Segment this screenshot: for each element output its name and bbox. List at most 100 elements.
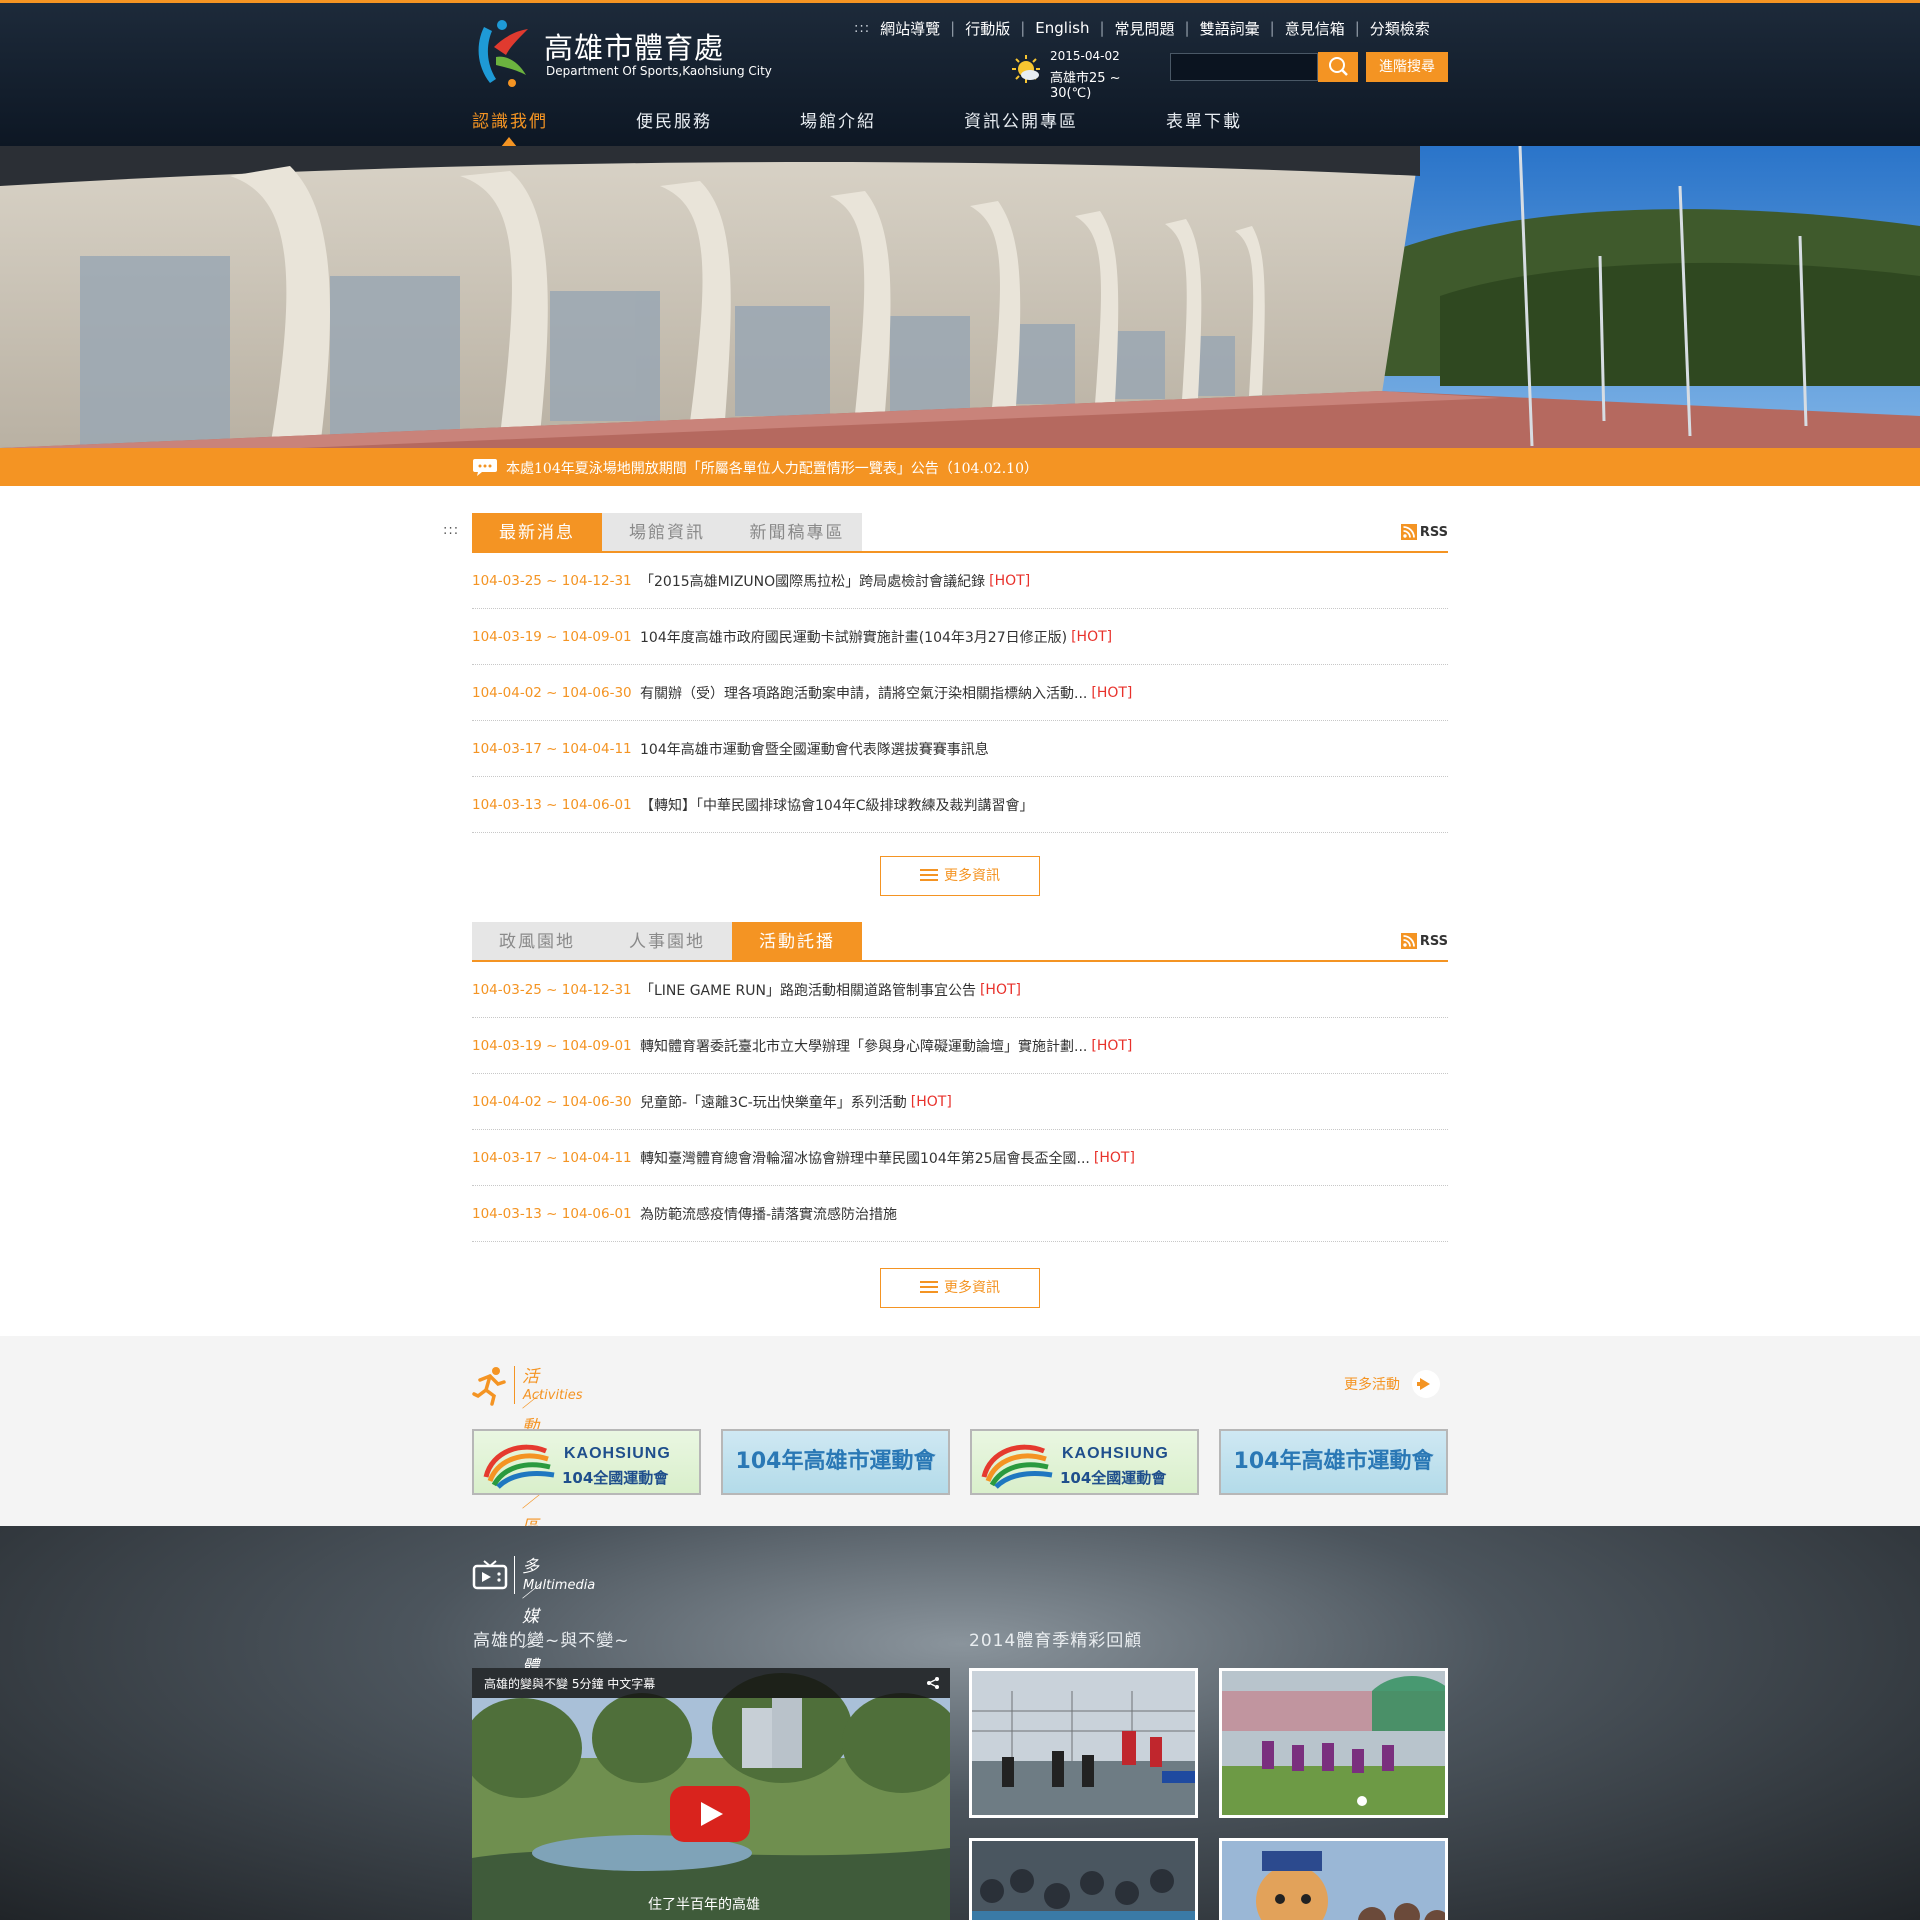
search-icon [1329, 57, 1348, 76]
activity-banner-national-games[interactable]: KAOHSIUNG 104全國運動會 [472, 1429, 701, 1495]
tab-latest-news[interactable]: 最新消息 [472, 513, 602, 551]
news-item[interactable]: 104-03-25 ~ 104-12-31 「2015高雄MIZUNO國際馬拉松… [472, 553, 1448, 609]
weather-temperature: 高雄市25 ~ 30(℃) [1050, 71, 1121, 101]
share-icon[interactable] [926, 1676, 940, 1690]
hot-badge: [HOT] [1071, 628, 1113, 645]
search-input[interactable] [1170, 53, 1318, 81]
tab-personnel[interactable]: 人事園地 [602, 922, 732, 960]
banner-brand: KAOHSIUNG [1062, 1445, 1169, 1462]
news-date: 104-03-19 ~ 104-09-01 [472, 628, 632, 645]
video-player[interactable]: 高雄的變與不變 5分鐘 中文字幕 住了半百年的高雄 [472, 1668, 950, 1920]
news-item[interactable]: 104-03-13 ~ 104-06-01 【轉知】「中華民國排球協會104年C… [472, 777, 1448, 833]
utility-links: ::: 網站導覽 | 行動版 | English | 常見問題 | 雙語詞彙 |… [854, 18, 1430, 39]
nav-about-us[interactable]: 認識我們 [472, 107, 636, 147]
news-date: 104-03-13 ~ 104-06-01 [472, 796, 632, 813]
news-item[interactable]: 104-03-17 ~ 104-04-11 104年高雄市運動會暨全國運動會代表… [472, 721, 1448, 777]
news-date: 104-04-02 ~ 104-06-30 [472, 1093, 632, 1110]
tab-event-broadcast[interactable]: 活動託播 [732, 922, 862, 960]
national-games-logo-icon [483, 1444, 555, 1489]
gallery-thumbnail[interactable] [1219, 1668, 1448, 1818]
hero-banner [0, 146, 1920, 448]
banner-text: 104年高雄市運動會 [1233, 1449, 1434, 1474]
rss-icon [1400, 524, 1417, 540]
video-title: 高雄的變與不變 5分鐘 中文字幕 [484, 1677, 656, 1691]
multimedia-section: 多／媒／體／專／區 Multimedia 高雄的變~與不變~ 2014體育季精彩… [0, 1526, 1920, 1920]
news-title[interactable]: 兒童節-「遠離3C-玩出快樂童年」系列活動 [640, 1092, 907, 1112]
news-item[interactable]: 104-04-02 ~ 104-06-30 兒童節-「遠離3C-玩出快樂童年」系… [472, 1074, 1448, 1130]
news-title[interactable]: 為防範流感疫情傳播-請落實流感防治措施 [640, 1204, 897, 1224]
news-item[interactable]: 104-03-19 ~ 104-09-01 轉知體育署委託臺北市立大學辦理「參與… [472, 1018, 1448, 1074]
nav-label: 表單下載 [1166, 112, 1242, 132]
nav-open-information[interactable]: 資訊公開專區 [964, 107, 1166, 135]
tab-press-release[interactable]: 新聞稿專區 [732, 513, 862, 551]
news-date: 104-03-17 ~ 104-04-11 [472, 1149, 632, 1166]
logo-subtitle: Department Of Sports,Kaohsiung City [546, 64, 772, 78]
news-list: 104-03-25 ~ 104-12-31 「LINE GAME RUN」路跑活… [472, 962, 1448, 1242]
news-title[interactable]: 104年度高雄市政府國民運動卡試辦實施計畫(104年3月27日修正版) [640, 627, 1067, 647]
news-title[interactable]: 「LINE GAME RUN」路跑活動相關道路管制事宜公告 [640, 980, 976, 1000]
gallery-thumbnail[interactable] [969, 1668, 1198, 1818]
more-activities-link[interactable]: 更多活動 [1344, 1370, 1440, 1398]
news-panel-events: 政風園地 人事園地 活動託播 RSS 104-03-25 ~ 104-12-31… [472, 922, 1448, 1312]
volleyball-photo [972, 1671, 1195, 1815]
link-english[interactable]: English [1035, 19, 1089, 37]
announcement-text[interactable]: 本處104年夏泳場地開放期間「所屬各單位人力配置情形一覽表」公告（104.02.… [506, 458, 1038, 478]
hot-badge: [HOT] [910, 1093, 952, 1110]
content-accesskey-marker[interactable]: ::: [443, 523, 459, 538]
nav-citizen-services[interactable]: 便民服務 [636, 107, 800, 135]
national-games-logo-icon [981, 1444, 1053, 1489]
logo-title: 高雄市體育處 [544, 31, 725, 65]
more-label: 更多資訊 [944, 868, 1000, 884]
activity-banner-city-games[interactable]: 104年高雄市運動會 [1219, 1429, 1448, 1495]
news-title[interactable]: 轉知體育署委託臺北市立大學辦理「參與身心障礙運動論壇」實施計劃... [640, 1036, 1087, 1056]
advanced-search-button[interactable]: 進階搜尋 [1366, 52, 1448, 82]
rss-link[interactable]: RSS [1400, 932, 1448, 950]
gallery-thumbnail[interactable] [1219, 1838, 1448, 1920]
link-mobile[interactable]: 行動版 [965, 18, 1010, 39]
news-item[interactable]: 104-03-13 ~ 104-06-01 為防範流感疫情傳播-請落實流感防治措… [472, 1186, 1448, 1242]
accesskey-marker[interactable]: ::: [854, 21, 870, 36]
news-item[interactable]: 104-03-17 ~ 104-04-11 轉知臺灣體育總會滑輪溜冰協會辦理中華… [472, 1130, 1448, 1186]
gallery-thumbnail[interactable] [969, 1838, 1198, 1920]
nav-forms-download[interactable]: 表單下載 [1166, 107, 1286, 135]
heading-divider [514, 1366, 515, 1404]
link-category-search[interactable]: 分類檢索 [1370, 18, 1430, 39]
list-icon [920, 1281, 938, 1293]
list-icon [920, 869, 938, 881]
link-feedback[interactable]: 意見信箱 [1285, 18, 1345, 39]
news-date: 104-03-17 ~ 104-04-11 [472, 740, 632, 757]
link-sitemap[interactable]: 網站導覽 [880, 18, 940, 39]
more-news-button[interactable]: 更多資訊 [880, 856, 1040, 896]
banner-text: 104年高雄市運動會 [735, 1449, 936, 1474]
link-glossary[interactable]: 雙語詞彙 [1200, 18, 1260, 39]
more-activities-label: 更多活動 [1344, 1377, 1400, 1393]
banner-brand: KAOHSIUNG [564, 1445, 671, 1462]
news-title[interactable]: 【轉知】「中華民國排球協會104年C級排球教練及裁判講習會」 [640, 795, 1034, 815]
news-panel-latest: 最新消息 場館資訊 新聞稿專區 RSS 104-03-25 ~ 104-12-3… [472, 513, 1448, 903]
rss-link[interactable]: RSS [1400, 523, 1448, 541]
activity-banner-national-games[interactable]: KAOHSIUNG 104全國運動會 [970, 1429, 1199, 1495]
more-news-button[interactable]: 更多資訊 [880, 1268, 1040, 1308]
news-item[interactable]: 104-03-25 ~ 104-12-31 「LINE GAME RUN」路跑活… [472, 962, 1448, 1018]
tab-ethics[interactable]: 政風園地 [472, 922, 602, 960]
multimedia-subtitle: Multimedia [523, 1578, 596, 1593]
news-title[interactable]: 有關辦（受）理各項路跑活動案申請，請將空氣汙染相關指標納入活動... [640, 683, 1087, 703]
news-title[interactable]: 轉知臺灣體育總會滑輪溜冰協會辦理中華民國104年第25屆會長盃全國... [640, 1148, 1090, 1168]
news-item[interactable]: 104-03-19 ~ 104-09-01 104年度高雄市政府國民運動卡試辦實… [472, 609, 1448, 665]
site-logo[interactable]: 高雄市體育處 Department Of Sports,Kaohsiung Ci… [472, 17, 782, 89]
arrow-right-icon [1412, 1370, 1440, 1398]
activity-banner-city-games[interactable]: 104年高雄市運動會 [721, 1429, 950, 1495]
news-date: 104-03-25 ~ 104-12-31 [472, 981, 632, 998]
tab-venue-info[interactable]: 場館資訊 [602, 513, 732, 551]
announcement-bar[interactable]: 本處104年夏泳場地開放期間「所屬各單位人力配置情形一覽表」公告（104.02.… [0, 448, 1920, 486]
activities-subtitle: Activities [523, 1388, 583, 1403]
gallery-heading: 2014體育季精彩回顧 [969, 1631, 1143, 1651]
news-item[interactable]: 104-04-02 ~ 104-06-30 有關辦（受）理各項路跑活動案申請，請… [472, 665, 1448, 721]
play-button-icon[interactable] [670, 1786, 750, 1842]
search-button[interactable] [1318, 52, 1358, 82]
rss-icon [1400, 933, 1417, 949]
news-title[interactable]: 「2015高雄MIZUNO國際馬拉松」跨局處檢討會議紀錄 [640, 571, 985, 591]
nav-venues[interactable]: 場館介紹 [800, 107, 964, 135]
link-faq[interactable]: 常見問題 [1115, 18, 1175, 39]
news-title[interactable]: 104年高雄市運動會暨全國運動會代表隊選拔賽賽事訊息 [640, 739, 989, 759]
